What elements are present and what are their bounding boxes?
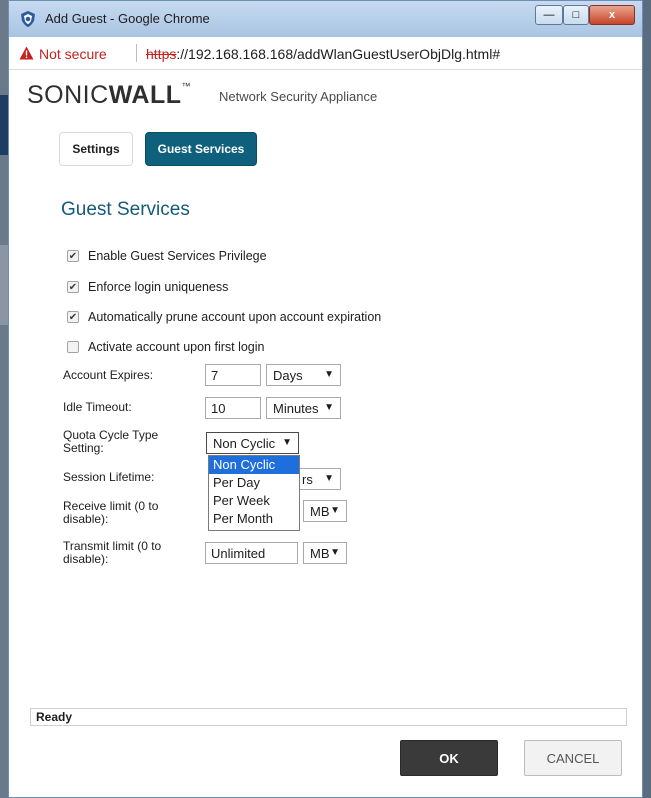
account-expires-input[interactable]: 7 <box>205 364 261 386</box>
account-expires-unit-select[interactable]: Days ▼ <box>266 364 341 386</box>
logo-trademark: ™ <box>181 81 192 91</box>
product-name: Network Security Appliance <box>219 89 378 104</box>
minimize-icon: — <box>543 9 555 21</box>
address-bar[interactable]: Not secure https://192.168.168.168/addWl… <box>9 37 642 70</box>
url-scheme: https <box>146 46 177 62</box>
receive-limit-unit-select[interactable]: MB ▼ <box>303 500 347 522</box>
receive-limit-label: Receive limit (0 to disable): <box>63 500 158 526</box>
dropdown-option-non-cyclic[interactable]: Non Cyclic <box>209 456 299 474</box>
transmit-limit-input[interactable]: Unlimited <box>205 542 298 564</box>
url-path: ://192.168.168.168/addWlanGuestUserObjDl… <box>176 46 501 62</box>
idle-timeout-input[interactable]: 10 <box>205 397 261 419</box>
caret-down-icon: ▼ <box>330 505 340 516</box>
warning-triangle-icon <box>19 46 34 60</box>
transmit-limit-label-line2: disable): <box>63 552 109 566</box>
select-value: MB <box>310 545 330 561</box>
caret-down-icon: ▼ <box>324 402 334 413</box>
checkbox-row-auto-prune[interactable]: ✔ Automatically prune account upon accou… <box>67 308 381 326</box>
checkbox-row-enable-guest-services[interactable]: ✔ Enable Guest Services Privilege <box>67 247 267 265</box>
section-title: Guest Services <box>61 199 190 220</box>
quota-cycle-label-line2: Setting: <box>63 441 104 455</box>
session-lifetime-label: Session Lifetime: <box>63 470 155 484</box>
dropdown-option-per-month[interactable]: Per Month <box>209 510 299 528</box>
checkbox-label: Activate account upon first login <box>88 340 265 354</box>
tab-guest-services[interactable]: Guest Services <box>145 132 257 166</box>
checkbox-label: Automatically prune account upon account… <box>88 310 382 324</box>
dropdown-option-per-week[interactable]: Per Week <box>209 492 299 510</box>
transmit-limit-label: Transmit limit (0 to disable): <box>63 540 161 566</box>
maximize-icon: □ <box>572 9 580 21</box>
app-header: SONICWALL™ Network Security Appliance <box>9 69 642 119</box>
url-text[interactable]: https://192.168.168.168/addWlanGuestUser… <box>146 46 500 62</box>
desktop-background-right <box>643 0 651 798</box>
sonicwall-logo: SONICWALL™ <box>27 81 191 110</box>
checkbox-activate-first-login[interactable] <box>67 341 79 353</box>
browser-window: Add Guest - Google Chrome — □ x Not secu… <box>8 0 643 798</box>
minimize-button[interactable]: — <box>535 5 563 25</box>
close-button[interactable]: x <box>589 5 635 25</box>
window-title: Add Guest - Google Chrome <box>45 11 210 26</box>
logo-bold: WALL <box>108 81 182 109</box>
select-value: Days <box>273 367 303 383</box>
tab-settings[interactable]: Settings <box>59 132 133 166</box>
caret-down-icon: ▼ <box>282 437 292 448</box>
select-value: Non Cyclic <box>213 435 276 451</box>
checkmark-icon: ✔ <box>68 250 78 262</box>
idle-timeout-unit-select[interactable]: Minutes ▼ <box>266 397 341 419</box>
quota-cycle-dropdown-list: Non Cyclic Per Day Per Week Per Month <box>208 455 300 531</box>
maximize-button[interactable]: □ <box>563 5 589 25</box>
cancel-button[interactable]: CANCEL <box>524 740 622 776</box>
close-icon: x <box>608 9 616 21</box>
checkmark-icon: ✔ <box>68 311 78 323</box>
checkbox-row-enforce-login-uniqueness[interactable]: ✔ Enforce login uniqueness <box>67 278 228 296</box>
caret-down-icon: ▼ <box>324 369 334 380</box>
select-value: MB <box>310 503 330 519</box>
checkbox-auto-prune[interactable]: ✔ <box>67 311 79 323</box>
transmit-limit-unit-select[interactable]: MB ▼ <box>303 542 347 564</box>
sonicwall-shield-icon <box>21 11 35 27</box>
checkbox-enforce-login-uniqueness[interactable]: ✔ <box>67 281 79 293</box>
logo-light: SONIC <box>27 81 109 109</box>
idle-timeout-label: Idle Timeout: <box>63 400 132 414</box>
title-bar: Add Guest - Google Chrome — □ x <box>9 1 642 37</box>
select-value: Minutes <box>273 400 319 416</box>
caret-down-icon: ▼ <box>324 473 334 484</box>
checkbox-enable-guest-services[interactable]: ✔ <box>67 250 79 262</box>
quota-cycle-select[interactable]: Non Cyclic ▼ <box>206 432 299 454</box>
dropdown-option-per-day[interactable]: Per Day <box>209 474 299 492</box>
account-expires-label: Account Expires: <box>63 368 154 382</box>
quota-cycle-label: Quota Cycle Type Setting: <box>63 429 158 455</box>
checkbox-label: Enforce login uniqueness <box>88 280 229 294</box>
address-separator <box>136 44 137 62</box>
caret-down-icon: ▼ <box>330 547 340 558</box>
security-status[interactable]: Not secure <box>39 46 107 62</box>
receive-limit-label-line2: disable): <box>63 512 109 526</box>
ok-button[interactable]: OK <box>400 740 498 776</box>
checkmark-icon: ✔ <box>68 281 78 293</box>
checkbox-row-activate-first-login[interactable]: Activate account upon first login <box>67 338 265 356</box>
checkbox-label: Enable Guest Services Privilege <box>88 249 267 263</box>
status-bar: Ready <box>30 708 627 726</box>
